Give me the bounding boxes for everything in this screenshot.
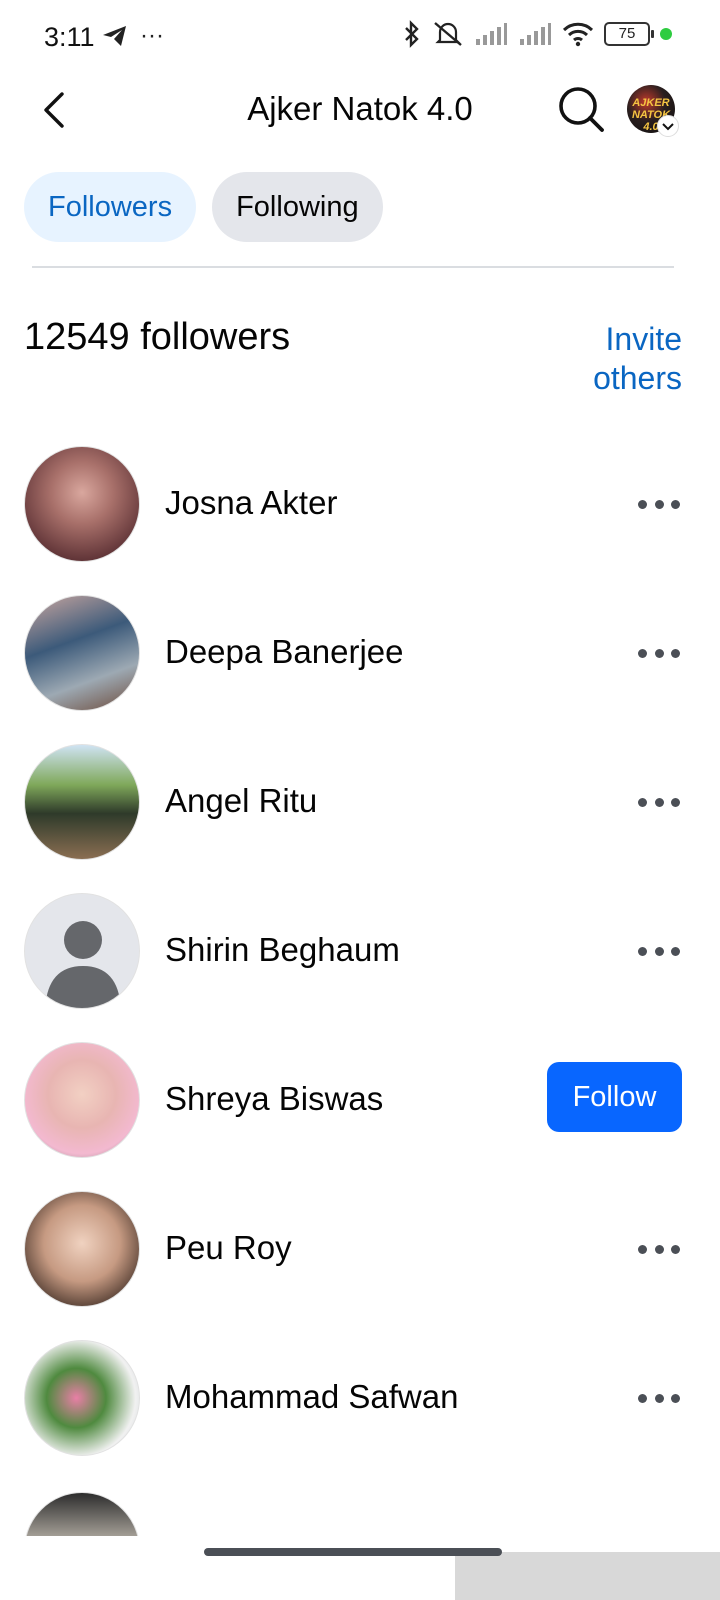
- more-dots-icon: [638, 1393, 647, 1403]
- header: Ajker Natok 4.0 AJKER NATOK 4.0: [0, 76, 720, 146]
- avatar[interactable]: [24, 1042, 140, 1158]
- page-title: Ajker Natok 4.0: [247, 90, 473, 127]
- more-options-button[interactable]: [638, 641, 680, 665]
- profile-switcher[interactable]: AJKER NATOK 4.0: [627, 85, 679, 137]
- more-options-button[interactable]: [638, 1386, 680, 1410]
- more-options-button[interactable]: [638, 790, 680, 814]
- more-options-button[interactable]: [638, 492, 680, 516]
- home-indicator[interactable]: [204, 1548, 502, 1556]
- avatar[interactable]: [24, 1191, 140, 1307]
- list-item: Shreya Biswas Follow: [0, 1042, 720, 1191]
- avatar[interactable]: [24, 1340, 140, 1456]
- more-dots-icon: [638, 797, 647, 807]
- more-dots-icon: [638, 946, 647, 956]
- mute-icon: [434, 22, 462, 46]
- status-right-icons: 75: [402, 20, 672, 48]
- follower-name[interactable]: Mohammad Safwan: [165, 1378, 458, 1416]
- avatar[interactable]: [24, 744, 140, 860]
- invite-others-link[interactable]: Invite others: [593, 320, 682, 398]
- signal-icon: [520, 23, 551, 45]
- list-item: Deepa Banerjee: [0, 595, 720, 744]
- avatar[interactable]: [24, 893, 140, 1009]
- follower-name[interactable]: Shreya Biswas: [165, 1080, 383, 1118]
- follower-name[interactable]: Angel Ritu: [165, 782, 317, 820]
- list-item: Angel Ritu: [0, 744, 720, 893]
- battery-indicator: 75: [604, 22, 654, 46]
- more-dots-icon: [638, 648, 647, 658]
- status-bar: 3:11 ··· 75: [0, 0, 720, 76]
- invite-line-1: Invite: [605, 321, 682, 357]
- tab-followers[interactable]: Followers: [24, 172, 197, 242]
- follower-name[interactable]: Josna Akter: [165, 484, 337, 522]
- follower-name[interactable]: Shirin Beghaum: [165, 931, 400, 969]
- follow-button[interactable]: Follow: [547, 1062, 682, 1132]
- tab-following[interactable]: Following: [212, 172, 383, 242]
- signal-icon: [476, 23, 507, 45]
- privacy-dot: [660, 28, 672, 40]
- overflow-dots: ···: [140, 22, 164, 49]
- chevron-down-icon: [657, 115, 679, 137]
- more-options-button[interactable]: [638, 1237, 680, 1261]
- bluetooth-icon: [405, 20, 419, 48]
- divider: [32, 266, 674, 268]
- follower-name[interactable]: Deepa Banerjee: [165, 633, 404, 671]
- status-left-icons: ···: [102, 22, 164, 50]
- list-item: Josna Akter: [0, 446, 720, 595]
- followers-count: 12549 followers: [24, 316, 291, 358]
- status-time: 3:11: [44, 22, 95, 52]
- list-item-partial: [0, 1492, 720, 1536]
- search-icon: [559, 87, 604, 132]
- invite-line-2: others: [593, 360, 682, 396]
- follower-name[interactable]: Peu Roy: [165, 1229, 292, 1267]
- more-options-button[interactable]: [638, 939, 680, 963]
- follow-tabs: Followers Following: [24, 172, 383, 242]
- wifi-icon: [562, 22, 594, 47]
- list-item: Peu Roy: [0, 1191, 720, 1340]
- followers-list: Josna Akter Deepa Banerjee Angel Ritu Sh…: [0, 446, 720, 1489]
- avatar[interactable]: [24, 1492, 140, 1536]
- avatar[interactable]: [24, 446, 140, 562]
- more-dots-icon: [638, 1244, 647, 1254]
- bottom-overlay: [455, 1552, 720, 1600]
- more-dots-icon: [638, 499, 647, 509]
- avatar[interactable]: [24, 595, 140, 711]
- list-item: Mohammad Safwan: [0, 1340, 720, 1489]
- telegram-icon: [103, 26, 126, 46]
- search-button[interactable]: [556, 84, 606, 134]
- list-item: Shirin Beghaum: [0, 893, 720, 1042]
- default-avatar-icon: [45, 921, 121, 1008]
